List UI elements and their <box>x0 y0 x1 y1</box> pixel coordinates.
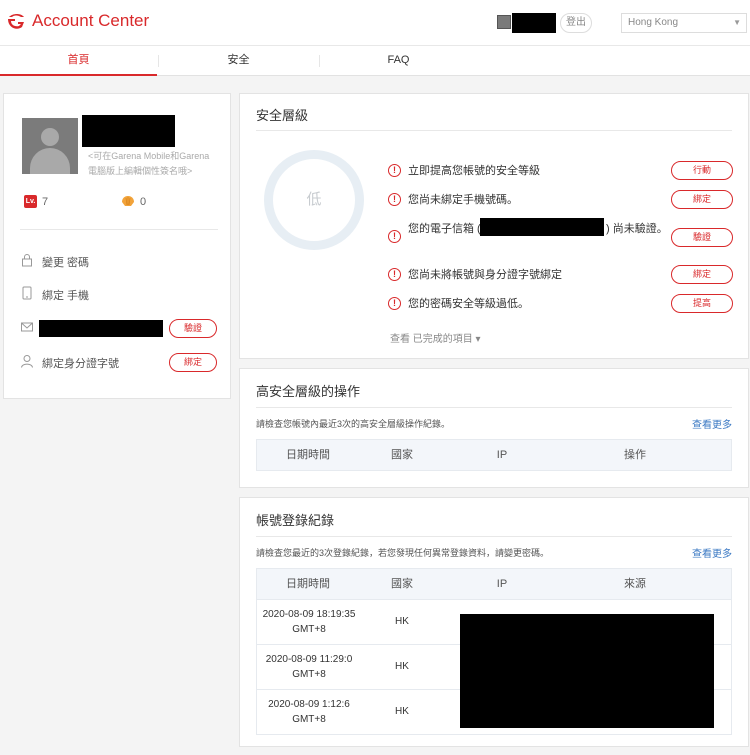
column-header: 來源 <box>624 578 646 590</box>
column-header: 日期時間 <box>286 578 330 590</box>
brand-title: Account Center <box>32 11 150 30</box>
bind-phone-label: 綁定 手機 <box>42 290 90 302</box>
avatar-body <box>30 148 70 174</box>
mail-icon <box>21 322 33 332</box>
avatar-head <box>41 128 59 146</box>
timezone-value: GMT+8 <box>292 624 326 635</box>
table-header: 日期時間 國家 IP 操作 <box>256 439 732 471</box>
column-header: 國家 <box>391 578 413 590</box>
column-header: 操作 <box>624 449 646 461</box>
verify-email-button[interactable]: 驗證 <box>169 319 217 338</box>
tab-home[interactable]: 首頁 <box>0 46 157 76</box>
warning-text: 立即提高您帳號的安全等級 <box>408 165 540 177</box>
top-bar: Account Center 登出 Hong Kong ▼ <box>0 0 750 46</box>
main-tabs: 首頁 安全 FAQ <box>0 46 750 76</box>
profile-avatar[interactable] <box>22 118 78 174</box>
datetime-value: 2020-08-09 18:19:35 <box>262 609 356 620</box>
high-security-ops-card: 高安全層級的操作 請檢查您帳號內最近3次的高安全層級操作紀錄。 查看更多 日期時… <box>239 368 749 488</box>
bind-phone-row[interactable]: 綁定 手機 <box>18 284 228 304</box>
bind-phone-button[interactable]: 綁定 <box>671 190 733 209</box>
table-header: 日期時間 國家 IP 來源 <box>256 568 732 600</box>
datetime-cell: 2020-08-09 11:29:0 GMT+8 <box>257 652 361 682</box>
username-redacted <box>512 13 556 33</box>
tab-security[interactable]: 安全 <box>160 46 317 76</box>
lock-icon <box>22 254 32 267</box>
chevron-down-icon: ▼ <box>733 18 741 27</box>
view-completed-link[interactable]: 查看 已完成的項目 ▾ <box>390 330 481 345</box>
tab-divider <box>158 55 159 67</box>
profile-name-redacted <box>82 115 175 147</box>
level-value: 7 <box>42 196 49 208</box>
change-password-label: 變更 密碼 <box>42 257 90 269</box>
warning-text: 您的密碼安全等級過低。 <box>408 298 529 310</box>
warning-text: ) 尚未驗證。 <box>606 223 668 235</box>
security-level-title: 安全層級 <box>256 108 309 123</box>
timezone-value: GMT+8 <box>292 714 326 725</box>
action-button[interactable]: 行動 <box>671 161 733 180</box>
column-header: IP <box>496 578 508 590</box>
ip-source-redacted <box>460 614 714 728</box>
alert-icon: ! <box>388 164 401 177</box>
login-records-description: 請檢查您最近的3次登錄紀錄，若您發現任何異常登錄資料，請變更密碼。 <box>256 548 550 558</box>
email-redacted <box>480 218 604 236</box>
datetime-cell: 2020-08-09 1:12:6 GMT+8 <box>257 697 361 727</box>
bind-id-button[interactable]: 綁定 <box>671 265 733 284</box>
region-select[interactable]: Hong Kong ▼ <box>621 13 747 33</box>
alert-icon: ! <box>388 268 401 281</box>
alert-icon: ! <box>388 230 401 243</box>
shells-value: 0 <box>140 196 147 208</box>
column-header: 日期時間 <box>286 449 330 461</box>
alert-icon: ! <box>388 297 401 310</box>
high-security-ops-description: 請檢查您帳號內最近3次的高安全層級操作紀錄。 <box>256 419 451 429</box>
warning-text: 您尚未綁定手機號碼。 <box>408 194 518 206</box>
view-more-link[interactable]: 查看更多 <box>692 416 732 431</box>
divider <box>256 536 732 537</box>
security-level-card: 安全層級 低 ! 立即提高您帳號的安全等級 行動 ! 您尚未綁定手機號碼。 綁定… <box>239 93 749 359</box>
column-header: IP <box>496 449 508 461</box>
verify-email-button[interactable]: 驗證 <box>671 228 733 247</box>
country-cell: HK <box>395 661 409 672</box>
login-records-title: 帳號登錄紀錄 <box>256 513 335 528</box>
person-icon <box>21 355 33 368</box>
region-value: Hong Kong <box>628 17 679 28</box>
improve-password-button[interactable]: 提高 <box>671 294 733 313</box>
profile-card: <可在Garena Mobile和Garena電腦版上編輯個性簽名哦> Lv. … <box>3 93 231 399</box>
country-cell: HK <box>395 616 409 627</box>
shell-icon <box>122 196 134 206</box>
user-avatar[interactable] <box>497 15 511 29</box>
datetime-value: 2020-08-09 1:12:6 <box>268 699 350 710</box>
datetime-cell: 2020-08-09 18:19:35 GMT+8 <box>257 607 361 637</box>
tab-faq[interactable]: FAQ <box>320 46 477 76</box>
datetime-value: 2020-08-09 11:29:0 <box>265 654 353 665</box>
warning-text: 您尚未將帳號與身分證字號綁定 <box>408 269 562 281</box>
security-level-value: 低 <box>306 191 322 208</box>
change-password-row[interactable]: 變更 密碼 <box>18 251 228 271</box>
profile-signature-hint: <可在Garena Mobile和Garena電腦版上編輯個性簽名哦> <box>88 151 210 176</box>
logo[interactable]: Account Center <box>6 11 149 31</box>
alert-icon: ! <box>388 193 401 206</box>
logout-button[interactable]: 登出 <box>560 13 592 33</box>
divider <box>20 229 218 230</box>
garena-logo-icon <box>8 14 24 29</box>
view-more-link[interactable]: 查看更多 <box>692 545 732 560</box>
level-icon: Lv. <box>24 195 37 208</box>
timezone-value: GMT+8 <box>292 669 326 680</box>
warning-text: 您的電子信箱 ( <box>408 223 481 235</box>
high-security-ops-title: 高安全層級的操作 <box>256 384 361 399</box>
divider <box>256 130 732 131</box>
country-cell: HK <box>395 706 409 717</box>
bind-id-label: 綁定身分證字號 <box>42 358 119 370</box>
phone-icon <box>22 286 32 300</box>
column-header: 國家 <box>391 449 413 461</box>
divider <box>256 407 732 408</box>
login-records-card: 帳號登錄紀錄 請檢查您最近的3次登錄紀錄，若您發現任何異常登錄資料，請變更密碼。… <box>239 497 749 747</box>
bind-id-button[interactable]: 綁定 <box>169 353 217 372</box>
email-redacted <box>39 320 163 337</box>
